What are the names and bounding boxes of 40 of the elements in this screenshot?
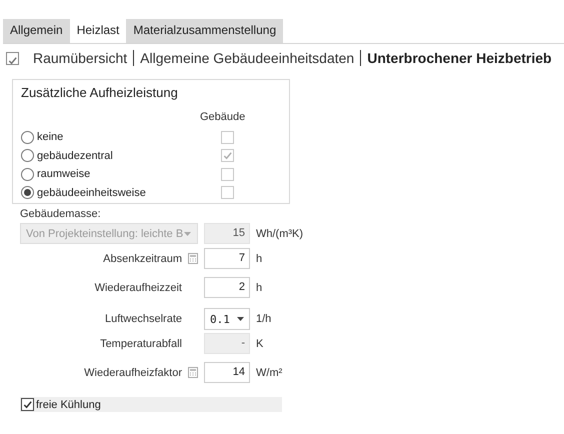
breadcrumb-link[interactable]: Raumübersicht bbox=[33, 50, 134, 66]
tab[interactable]: Allgemein bbox=[3, 19, 70, 43]
radio-label: keine bbox=[37, 131, 64, 144]
dropdown[interactable]: 0.1 bbox=[204, 308, 250, 330]
caret-icon bbox=[184, 232, 191, 236]
unit-label: K bbox=[255, 338, 264, 350]
unit-label: h bbox=[255, 252, 264, 264]
field-label: Gebäudemasse: bbox=[20, 208, 101, 220]
unit-label: 1/h bbox=[255, 313, 272, 325]
radio-button[interactable] bbox=[21, 168, 34, 181]
unit-label: Wh/(m³K) bbox=[255, 228, 304, 240]
breadcrumb-link[interactable]: Allgemeine Gebäudeeinheitsdaten bbox=[134, 50, 360, 66]
group-title: Zusätzliche Aufheizleistung bbox=[21, 85, 178, 100]
radio-button[interactable] bbox=[21, 130, 34, 144]
input-field[interactable]: 15 bbox=[204, 223, 250, 244]
radio-label: gebäudezentral bbox=[37, 150, 114, 162]
field-label: Temperaturabfall bbox=[100, 338, 182, 350]
input-field[interactable]: - bbox=[204, 333, 250, 354]
field-label: Luftwechselrate bbox=[104, 313, 182, 325]
radio-button[interactable] bbox=[21, 149, 34, 162]
column-header: Gebäude bbox=[200, 111, 246, 123]
radio-button[interactable] bbox=[21, 186, 34, 200]
radio-label: gebäudeeinheitsweise bbox=[37, 186, 147, 199]
input-field[interactable]: 14 bbox=[204, 362, 250, 383]
calculator-icon[interactable] bbox=[188, 253, 198, 264]
unit-label: W/m² bbox=[255, 366, 284, 378]
field-label: Absenkzeitraum bbox=[103, 252, 182, 264]
field-label: Wiederaufheizzeit bbox=[94, 282, 182, 294]
breadcrumb-link[interactable]: Unterbrochener Heizbetrieb bbox=[361, 50, 558, 66]
input-field[interactable]: 7 bbox=[204, 248, 250, 269]
input-field[interactable]: 2 bbox=[204, 277, 250, 298]
checkbox-label: freie Kühlung bbox=[36, 398, 101, 410]
radio-label: raumweise bbox=[37, 168, 92, 180]
calculator-icon[interactable] bbox=[188, 367, 198, 378]
tab[interactable]: Materialzusammenstellung bbox=[126, 19, 284, 43]
caret-icon bbox=[237, 317, 244, 321]
checkbox[interactable] bbox=[21, 398, 34, 411]
checkbox[interactable] bbox=[6, 52, 19, 64]
unit-label: h bbox=[255, 282, 264, 294]
field-label: Wiederaufheizfaktor bbox=[84, 366, 182, 378]
